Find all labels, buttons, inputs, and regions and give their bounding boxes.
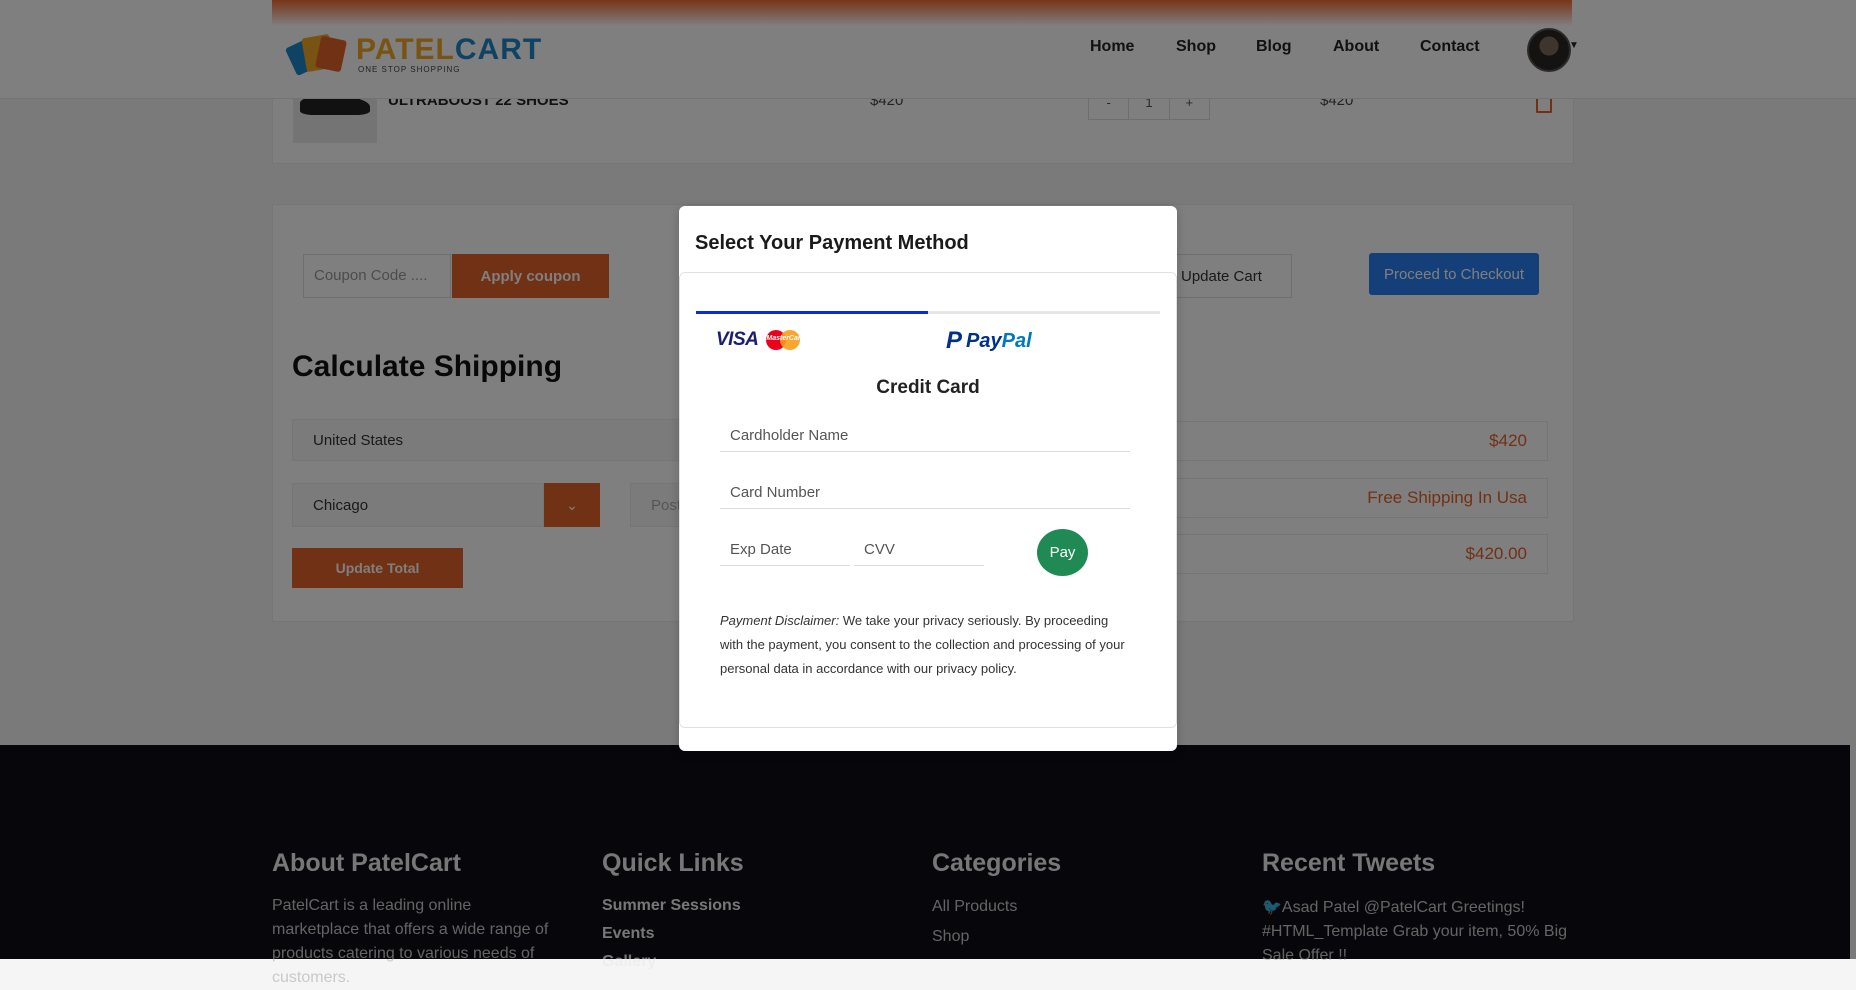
paypal-wordmark: PayPal: [966, 329, 1032, 352]
pay-button[interactable]: Pay: [1037, 529, 1088, 576]
tab-credit-card[interactable]: VISA MasterCard: [716, 329, 805, 351]
payment-form-panel: VISA MasterCard P PayPal Credit Card Pay…: [679, 272, 1177, 728]
mastercard-icon: MasterCard: [766, 330, 805, 350]
exp-date-input[interactable]: [720, 534, 850, 566]
tab-paypal[interactable]: P PayPal: [946, 327, 1032, 355]
visa-icon: VISA: [716, 329, 759, 350]
modal-title: Select Your Payment Method: [695, 232, 969, 254]
payment-disclaimer: Payment Disclaimer: We take your privacy…: [720, 609, 1130, 681]
payment-modal: Select Your Payment Method VISA MasterCa…: [679, 206, 1177, 751]
paypal-icon: P: [946, 327, 963, 354]
tab-active-indicator: [696, 311, 928, 314]
disclaimer-label: Payment Disclaimer:: [720, 613, 840, 628]
cvv-input[interactable]: [854, 534, 984, 566]
credit-card-heading: Credit Card: [876, 377, 980, 398]
card-number-input[interactable]: [720, 477, 1130, 509]
cardholder-name-input[interactable]: [720, 420, 1130, 452]
